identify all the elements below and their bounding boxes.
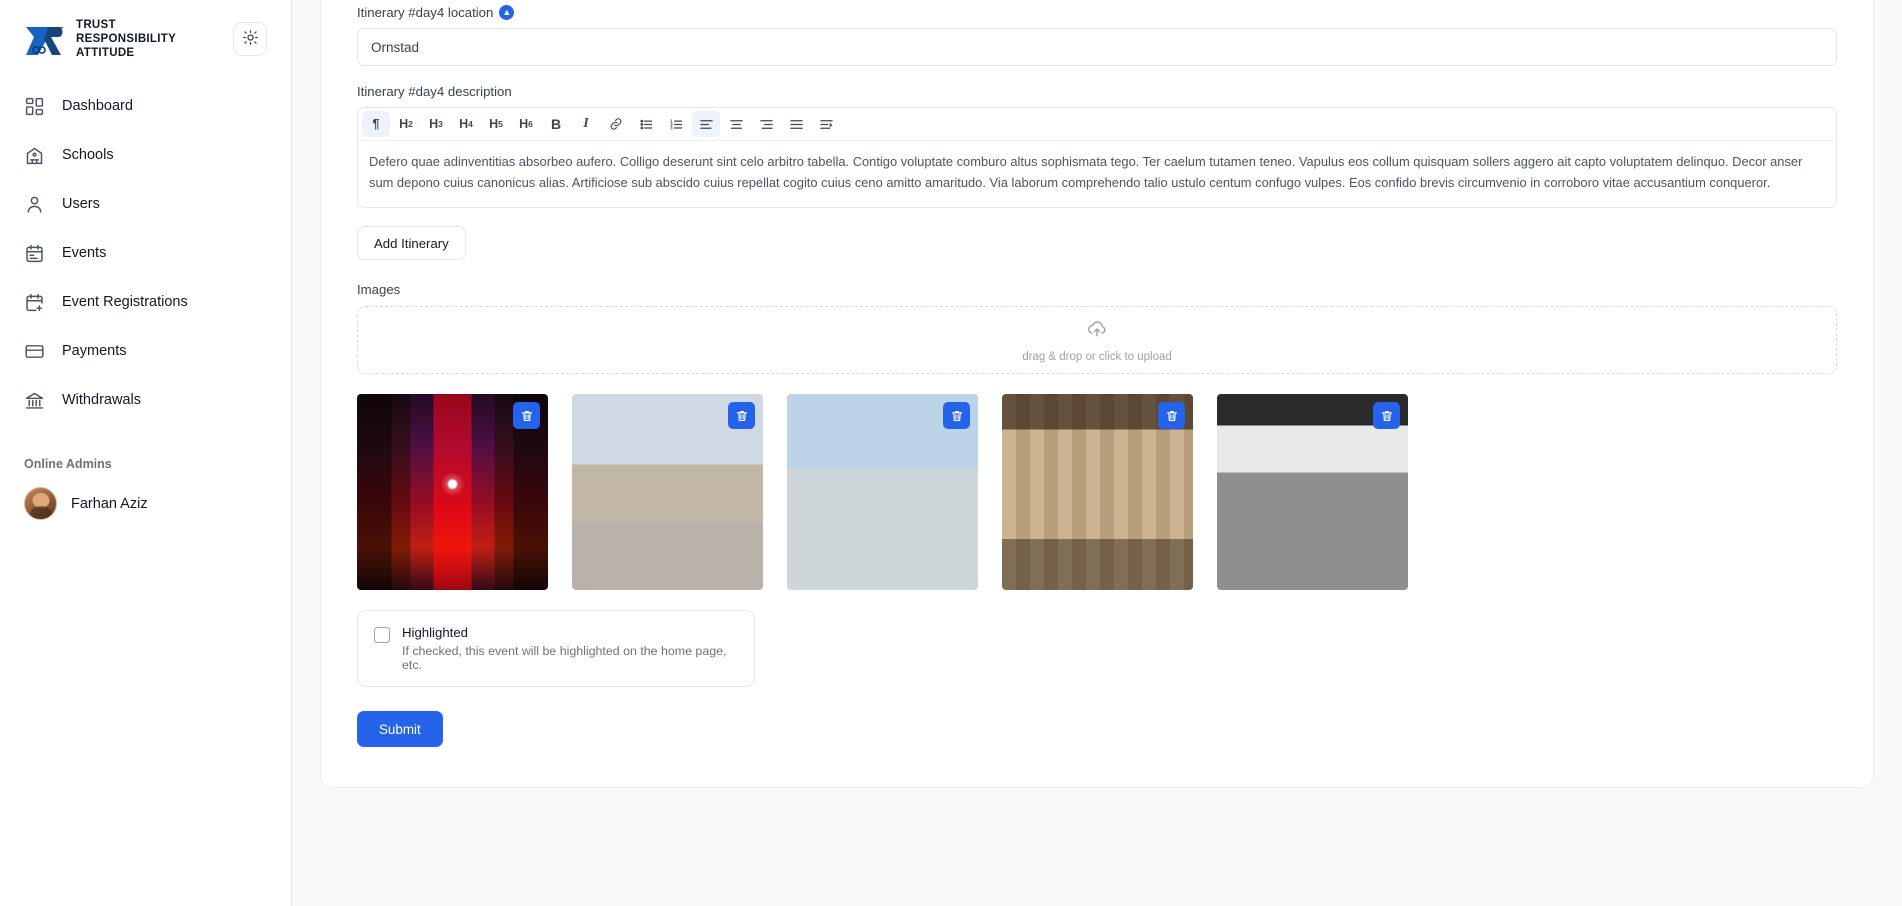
highlighted-checkbox[interactable] xyxy=(374,627,390,643)
image-thumbnail[interactable] xyxy=(787,394,978,590)
add-itinerary-button[interactable]: Add Itinerary xyxy=(357,226,466,260)
bold-icon[interactable]: B xyxy=(542,111,570,137)
h2-glyph: H xyxy=(399,117,409,131)
align-right-icon[interactable] xyxy=(752,111,780,137)
indent-icon[interactable] xyxy=(812,111,840,137)
sidebar-nav: Dashboard Schools Users Events Event Reg… xyxy=(0,82,291,420)
delete-image-button[interactable] xyxy=(943,402,970,429)
sidebar-item-users[interactable]: Users xyxy=(16,184,275,224)
submit-button[interactable]: Submit xyxy=(357,711,443,747)
h4-sub: 4 xyxy=(468,119,473,129)
sidebar-item-label: Schools xyxy=(62,147,114,164)
bank-icon xyxy=(24,389,46,411)
sidebar-item-label: Event Registrations xyxy=(62,294,188,311)
h3-glyph: H xyxy=(429,117,439,131)
heading-3-icon[interactable]: H3 xyxy=(422,111,450,137)
app-root: TRUST RESPONSIBILITY ATTITUDE Dashboard … xyxy=(0,0,1902,906)
itinerary-location-input[interactable] xyxy=(357,28,1837,66)
delete-image-button[interactable] xyxy=(728,402,755,429)
paragraph-glyph: ¶ xyxy=(372,117,380,131)
itinerary-description-label: Itinerary #day4 description xyxy=(357,84,512,99)
credit-card-icon xyxy=(24,340,46,362)
delete-image-button[interactable] xyxy=(1373,402,1400,429)
delete-image-button[interactable] xyxy=(513,402,540,429)
itinerary-location-label: Itinerary #day4 location ▲ xyxy=(357,5,1837,20)
h6-glyph: H xyxy=(519,117,529,131)
image-thumbnail[interactable] xyxy=(572,394,763,590)
heading-6-icon[interactable]: H6 xyxy=(512,111,540,137)
highlighted-title: Highlighted xyxy=(402,625,468,640)
italic-glyph: I xyxy=(583,116,589,131)
sidebar-item-label: Users xyxy=(62,196,100,213)
main-content: Itinerary #day4 location ▲ Itinerary #da… xyxy=(292,0,1902,906)
online-admin-item[interactable]: Farhan Aziz xyxy=(0,471,291,521)
svg-text:3: 3 xyxy=(670,125,673,130)
sidebar-item-label: Withdrawals xyxy=(62,392,141,409)
user-icon xyxy=(24,193,46,215)
h5-glyph: H xyxy=(489,117,499,131)
trust-responsibility-attitude-logo-icon xyxy=(24,21,66,57)
heading-2-icon[interactable]: H2 xyxy=(392,111,420,137)
sun-icon xyxy=(242,29,259,49)
grid-icon xyxy=(24,95,46,117)
image-thumbnail[interactable] xyxy=(357,394,548,590)
heading-4-icon[interactable]: H4 xyxy=(452,111,480,137)
theme-toggle-button[interactable] xyxy=(233,22,267,57)
sidebar: TRUST RESPONSIBILITY ATTITUDE Dashboard … xyxy=(0,0,292,906)
brand-logo-block[interactable]: TRUST RESPONSIBILITY ATTITUDE xyxy=(24,18,176,60)
upload-cloud-icon xyxy=(1086,317,1108,344)
event-form-card: Itinerary #day4 location ▲ Itinerary #da… xyxy=(320,0,1874,788)
online-admins-title: Online Admins xyxy=(24,457,112,472)
heading-5-icon[interactable]: H5 xyxy=(482,111,510,137)
itinerary-description-content[interactable]: Defero quae adinventitias absorbeo aufer… xyxy=(358,141,1836,207)
sidebar-item-events[interactable]: Events xyxy=(16,233,275,273)
image-thumbnail[interactable] xyxy=(1002,394,1193,590)
h6-sub: 6 xyxy=(528,119,533,129)
highlighted-checkbox-card[interactable]: Highlighted If checked, this event will … xyxy=(357,610,755,687)
itinerary-description-field: Itinerary #day4 description ¶ H2 H3 H4 H… xyxy=(357,84,1837,208)
editor-toolbar: ¶ H2 H3 H4 H5 H6 B I 1 2 3 xyxy=(358,108,1836,141)
align-justify-icon[interactable] xyxy=(782,111,810,137)
sidebar-item-label: Dashboard xyxy=(62,98,133,115)
calendar-icon xyxy=(24,242,46,264)
collapse-chevron-icon[interactable]: ▲ xyxy=(499,5,515,20)
itinerary-location-field: Itinerary #day4 location ▲ xyxy=(357,0,1837,66)
dropzone-text: drag & drop or click to upload xyxy=(1022,351,1172,363)
images-section: Images drag & drop or click to upload xyxy=(357,282,1837,590)
delete-image-button[interactable] xyxy=(1158,402,1185,429)
sidebar-item-label: Payments xyxy=(62,343,127,360)
online-admin-name: Farhan Aziz xyxy=(71,495,148,512)
brand-row: TRUST RESPONSIBILITY ATTITUDE xyxy=(0,0,291,82)
link-icon[interactable] xyxy=(602,111,630,137)
h5-sub: 5 xyxy=(498,119,503,129)
bullet-list-icon[interactable] xyxy=(632,111,660,137)
h4-glyph: H xyxy=(459,117,469,131)
highlighted-description: If checked, this event will be highlight… xyxy=(402,644,727,672)
paragraph-icon[interactable]: ¶ xyxy=(362,111,390,137)
align-left-icon[interactable] xyxy=(692,111,720,137)
image-thumbnail[interactable] xyxy=(1217,394,1408,590)
italic-icon[interactable]: I xyxy=(572,111,600,137)
calendar-plus-icon xyxy=(24,291,46,313)
image-dropzone[interactable]: drag & drop or click to upload xyxy=(357,306,1837,374)
bold-glyph: B xyxy=(550,116,562,132)
sidebar-item-event-registrations[interactable]: Event Registrations xyxy=(16,282,275,322)
sidebar-item-schools[interactable]: Schools xyxy=(16,135,275,175)
sidebar-item-label: Events xyxy=(62,245,107,262)
images-label: Images xyxy=(357,282,401,297)
rich-text-editor: ¶ H2 H3 H4 H5 H6 B I 1 2 3 Defero quae a… xyxy=(357,107,1837,208)
align-center-icon[interactable] xyxy=(722,111,750,137)
sidebar-item-withdrawals[interactable]: Withdrawals xyxy=(16,380,275,420)
sidebar-item-dashboard[interactable]: Dashboard xyxy=(16,86,275,126)
image-thumbnail-list xyxy=(357,394,1837,590)
sidebar-item-payments[interactable]: Payments xyxy=(16,331,275,371)
h2-sub: 2 xyxy=(408,119,413,129)
school-icon xyxy=(24,144,46,166)
avatar xyxy=(24,487,57,521)
itinerary-location-label-text: Itinerary #day4 location xyxy=(357,5,494,20)
brand-name: TRUST RESPONSIBILITY ATTITUDE xyxy=(76,19,177,60)
h3-sub: 3 xyxy=(438,119,443,129)
ordered-list-icon[interactable]: 123 xyxy=(662,111,690,137)
